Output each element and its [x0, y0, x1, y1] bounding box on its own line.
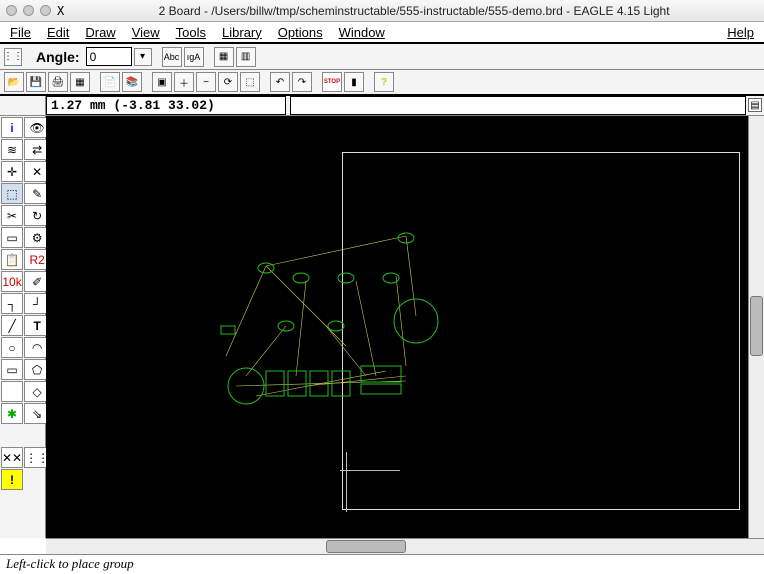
menu-view[interactable]: View	[132, 25, 160, 40]
board-canvas[interactable]	[46, 116, 748, 538]
minimize-window-icon[interactable]	[23, 5, 34, 16]
split-tool[interactable]: ┐	[1, 293, 23, 314]
main-toolbar: 📂 💾 🖨 ▦ 📄 📚 ▣ ＋ − ⟳ ⬚ ↶ ↷ STOP ▮ ?	[0, 70, 764, 96]
name-tool[interactable]: 10k	[1, 271, 23, 292]
script-icon[interactable]: 📄	[100, 72, 120, 92]
tool-palette: i 👁 ≋ ⇄ ✛ ✕ ⬚ ✎ ✂ ↻ ▭ ⚙ 📋 R2 10k ✐ ┐ ┘ ╱…	[0, 116, 46, 538]
vertical-scrollbar[interactable]	[748, 116, 764, 538]
help-icon[interactable]: ?	[374, 72, 394, 92]
info-tool[interactable]: i	[1, 117, 23, 138]
zoom-in-icon[interactable]: ＋	[174, 72, 194, 92]
menu-window[interactable]: Window	[339, 25, 385, 40]
zoom-redraw-icon[interactable]: ⟳	[218, 72, 238, 92]
menu-edit[interactable]: Edit	[47, 25, 69, 40]
go-icon[interactable]: ▮	[344, 72, 364, 92]
rect-tool[interactable]: ▭	[1, 359, 23, 380]
menu-library[interactable]: Library	[222, 25, 262, 40]
options-toolbar: ⋮⋮ Angle: ▾ Abc ıgA ▦ ▥	[0, 44, 764, 70]
group-tool[interactable]: ⬚	[1, 183, 23, 204]
ratsnest-grid2-icon[interactable]: ▥	[236, 47, 256, 67]
traffic-lights	[6, 5, 51, 16]
crosshair-icon	[340, 470, 400, 471]
title-bar: X 2 Board - /Users/billw/tmp/scheminstru…	[0, 0, 764, 22]
angle-dropdown-icon[interactable]: ▾	[134, 48, 152, 66]
coordinates-display: 1.27 mm (-3.81 33.02)	[46, 96, 286, 115]
add-tool[interactable]: 📋	[1, 249, 23, 270]
zoom-select-icon[interactable]: ⬚	[240, 72, 260, 92]
wire-tool[interactable]: ╱	[1, 315, 23, 336]
menu-options[interactable]: Options	[278, 25, 323, 40]
open-icon[interactable]: 📂	[4, 72, 24, 92]
save-icon[interactable]: 💾	[26, 72, 46, 92]
angle-input[interactable]	[86, 47, 132, 66]
move-tool[interactable]: ✛	[1, 161, 23, 182]
ratsnest-grid1-icon[interactable]: ▦	[214, 47, 234, 67]
ratsnest-tool[interactable]: ✕✕	[1, 447, 23, 468]
horizontal-scrollbar[interactable]	[46, 538, 764, 554]
undo-icon[interactable]: ↶	[270, 72, 290, 92]
cam-icon[interactable]: ▦	[70, 72, 90, 92]
zoom-window-icon[interactable]	[40, 5, 51, 16]
text-flip-icon[interactable]: ıgA	[184, 47, 204, 67]
circle-tool[interactable]: ○	[1, 337, 23, 358]
text-left-icon[interactable]: Abc	[162, 47, 182, 67]
menu-file[interactable]: File	[10, 25, 31, 40]
close-window-icon[interactable]	[6, 5, 17, 16]
status-bar: Left-click to place group	[0, 554, 764, 572]
cut-tool[interactable]: ✂	[1, 205, 23, 226]
crosshair-icon	[346, 452, 347, 512]
coord-bar: 1.27 mm (-3.81 33.02) ▤	[0, 96, 764, 116]
menu-help[interactable]: Help	[727, 25, 754, 40]
zoom-fit-icon[interactable]: ▣	[152, 72, 172, 92]
errors-tool[interactable]: !	[1, 469, 23, 490]
schematic-components	[206, 226, 466, 416]
angle-label: Angle:	[36, 49, 80, 65]
ulp-icon[interactable]: 📚	[122, 72, 142, 92]
menu-tools[interactable]: Tools	[176, 25, 206, 40]
redo-icon[interactable]: ↷	[292, 72, 312, 92]
window-title: 2 Board - /Users/billw/tmp/scheminstruct…	[70, 4, 758, 18]
layers-tool[interactable]: ≋	[1, 139, 23, 160]
via-tool[interactable]	[1, 381, 23, 402]
stop-icon[interactable]: STOP	[322, 72, 342, 92]
route-tool[interactable]: ✱	[1, 403, 23, 424]
print-icon[interactable]: 🖨	[48, 72, 68, 92]
zoom-out-icon[interactable]: −	[196, 72, 216, 92]
app-x-icon: X	[57, 4, 64, 18]
grid-dots-icon[interactable]: ⋮⋮	[4, 48, 22, 66]
page-info-icon[interactable]: ▤	[748, 98, 762, 112]
menu-draw[interactable]: Draw	[85, 25, 115, 40]
command-input[interactable]	[290, 96, 746, 115]
paste-tool[interactable]: ▭	[1, 227, 23, 248]
menubar: File Edit Draw View Tools Library Option…	[0, 22, 764, 44]
